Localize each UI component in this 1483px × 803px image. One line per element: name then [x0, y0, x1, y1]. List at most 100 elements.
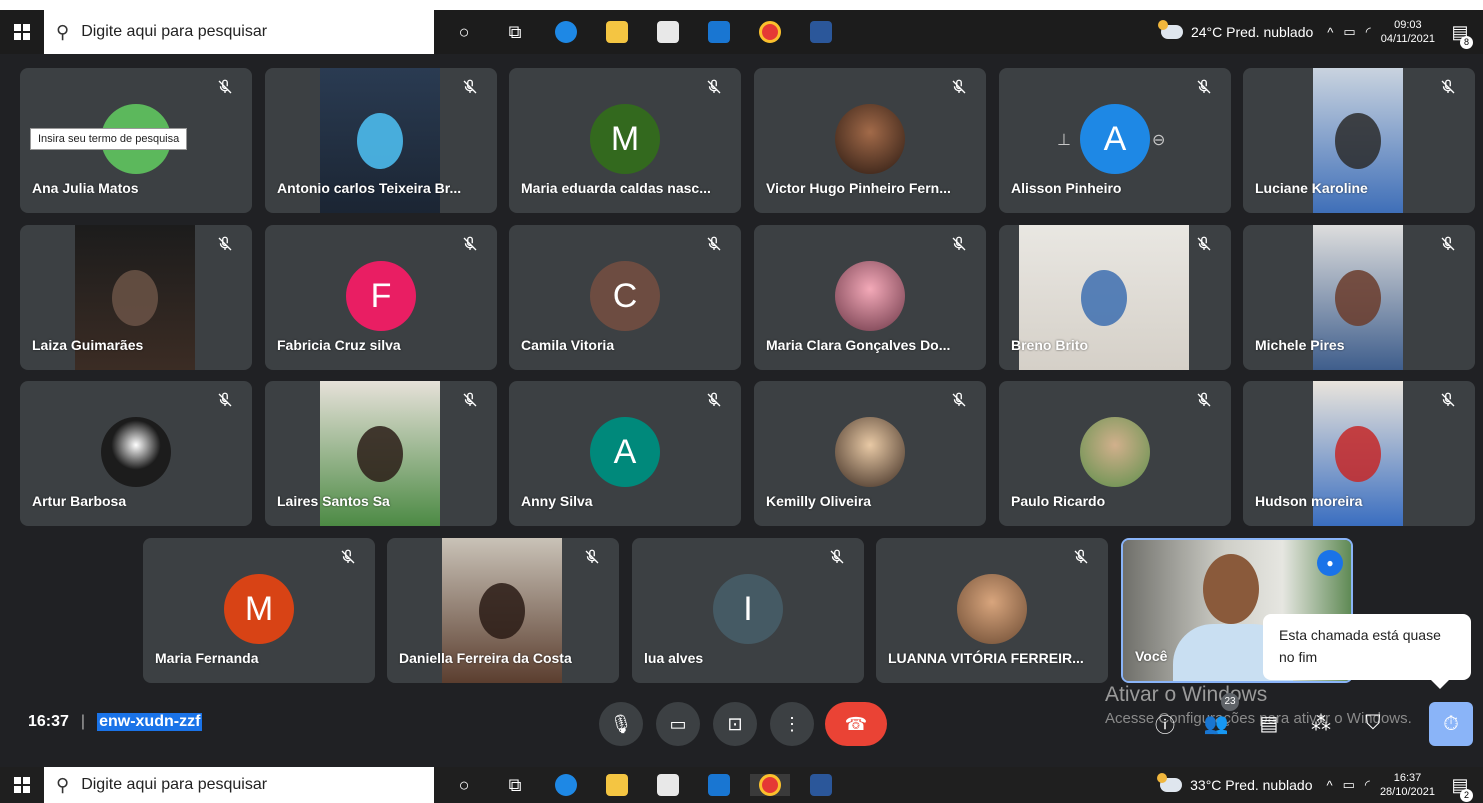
notification-center-button[interactable]: ▤ 2: [1445, 775, 1475, 802]
participant-tile[interactable]: Ilua alves: [632, 538, 864, 683]
task-view-icon[interactable]: ⧉: [495, 22, 535, 43]
meeting-code[interactable]: enw-xudn-zzf: [97, 713, 203, 731]
start-button[interactable]: [0, 767, 44, 803]
participant-name: Camila Vitoria: [521, 337, 615, 353]
word-icon[interactable]: [801, 774, 841, 796]
meeting-separator: |: [80, 713, 86, 730]
present-button[interactable]: ⊡: [713, 702, 757, 746]
battery-icon[interactable]: ▭: [1343, 777, 1355, 793]
chrome-icon[interactable]: [750, 774, 790, 796]
present-icon: ⊡: [727, 713, 743, 734]
participant-tile[interactable]: Michele Pires: [1243, 225, 1475, 370]
taskbar-bottom: ⚲ Digite aqui para pesquisar ○ ⧉ 33°C Pr…: [0, 767, 1483, 803]
participant-name: lua alves: [644, 650, 704, 666]
word-icon[interactable]: [801, 21, 841, 43]
file-explorer-icon[interactable]: [597, 21, 637, 43]
participant-tile[interactable]: C Camila Vitoria: [509, 225, 741, 370]
participant-tile[interactable]: A Anny Silva: [509, 381, 741, 526]
participant-avatar: A: [1080, 104, 1150, 174]
host-controls-button[interactable]: ⛉: [1358, 708, 1388, 738]
participant-name: Maria eduarda caldas nasc...: [521, 180, 711, 196]
participant-tile[interactable]: Laiza Guimarães: [20, 225, 252, 370]
taskbar-apps: ○ ⧉: [444, 21, 852, 43]
notification-count: 2: [1460, 788, 1473, 802]
people-count-badge: 23: [1221, 693, 1239, 711]
participant-tile[interactable]: Maria Clara Gonçalves Do...: [754, 225, 986, 370]
timer-button[interactable]: ⏱: [1429, 702, 1473, 746]
task-view-icon[interactable]: ⧉: [495, 775, 535, 796]
mic-off-icon: [705, 78, 729, 102]
mic-off-icon: [461, 78, 485, 102]
taskbar-clock[interactable]: 09:03 04/11/2021: [1381, 18, 1435, 46]
cortana-icon[interactable]: ○: [444, 775, 484, 796]
participant-name: Laires Santos Sa: [277, 493, 390, 509]
mic-button[interactable]: 🎙: [599, 702, 643, 746]
chevron-up-icon[interactable]: ^: [1326, 778, 1332, 793]
wifi-icon[interactable]: ◜: [1365, 777, 1370, 793]
file-explorer-icon[interactable]: [597, 774, 637, 796]
taskbar-clock[interactable]: 16:37 28/10/2021: [1380, 771, 1435, 799]
participant-tile[interactable]: Paulo Ricardo: [999, 381, 1231, 526]
activities-button[interactable]: ⁂: [1306, 708, 1336, 738]
system-tray: 24°C Pred. nublado ^ ▭ ◜ 09:03 04/11/202…: [1157, 18, 1483, 49]
pin-icon[interactable]: ⊥: [1057, 130, 1071, 150]
participant-tile[interactable]: Antonio carlos Teixeira Br...: [265, 68, 497, 213]
mic-off-icon: [705, 235, 729, 259]
taskbar-apps: ○ ⧉: [444, 774, 852, 796]
chat-icon: ▤: [1259, 712, 1279, 735]
weather-text[interactable]: 33°C Pred. nublado: [1190, 777, 1312, 793]
store-icon[interactable]: [648, 21, 688, 43]
participant-tile[interactable]: M Maria Fernanda: [143, 538, 375, 683]
more-options-button[interactable]: ⋮: [770, 702, 814, 746]
notification-center-button[interactable]: ▤ 8: [1445, 22, 1475, 49]
info-button[interactable]: ⓘ: [1150, 708, 1180, 738]
taskbar-top: ⚲ Digite aqui para pesquisar ○ ⧉ 24°C Pr…: [0, 10, 1483, 54]
participant-name: Laiza Guimarães: [32, 337, 144, 353]
participant-tile[interactable]: Daniella Ferreira da Costa: [387, 538, 619, 683]
wifi-icon[interactable]: ◜: [1366, 24, 1371, 40]
start-button[interactable]: [0, 10, 44, 54]
participant-tile[interactable]: Victor Hugo Pinheiro Fern...: [754, 68, 986, 213]
participant-tile[interactable]: F Fabricia Cruz silva: [265, 225, 497, 370]
window-top-strip: [0, 0, 1483, 10]
battery-icon[interactable]: ▭: [1343, 24, 1355, 40]
participant-silhouette: [1335, 270, 1381, 326]
mail-icon[interactable]: [699, 21, 739, 43]
participant-tile[interactable]: Kemilly Oliveira: [754, 381, 986, 526]
mic-off-icon: [828, 548, 852, 572]
remove-icon[interactable]: ⊖: [1152, 130, 1165, 150]
participant-tile[interactable]: M Maria eduarda caldas nasc...: [509, 68, 741, 213]
camera-button[interactable]: ▭: [656, 702, 700, 746]
edge-icon[interactable]: [546, 21, 586, 43]
weather-text[interactable]: 24°C Pred. nublado: [1191, 24, 1313, 40]
participant-tile[interactable]: LUANNA VITÓRIA FERREIR...: [876, 538, 1108, 683]
store-icon[interactable]: [648, 774, 688, 796]
participant-avatar: M: [224, 574, 294, 644]
taskbar-search-placeholder: Digite aqui para pesquisar: [81, 23, 268, 40]
edge-icon[interactable]: [546, 774, 586, 796]
participant-name: Antonio carlos Teixeira Br...: [277, 180, 462, 196]
tray-icons[interactable]: ^ ▭ ◜: [1326, 777, 1369, 793]
participant-tile[interactable]: A Alisson Pinheiro: [999, 68, 1231, 213]
participant-name: Maria Clara Gonçalves Do...: [766, 337, 951, 353]
taskbar-search-box[interactable]: ⚲ Digite aqui para pesquisar: [44, 767, 434, 803]
tray-icons[interactable]: ^ ▭ ◜: [1327, 24, 1370, 40]
chrome-icon[interactable]: [750, 21, 790, 43]
taskbar-search-box[interactable]: ⚲ Digite aqui para pesquisar: [44, 10, 434, 54]
participant-tile[interactable]: Laires Santos Sa: [265, 381, 497, 526]
cortana-icon[interactable]: ○: [444, 22, 484, 43]
chevron-up-icon[interactable]: ^: [1327, 25, 1333, 40]
participant-silhouette: [112, 270, 158, 326]
mail-icon[interactable]: [699, 774, 739, 796]
participant-name: Ana Julia Matos: [32, 180, 139, 196]
participant-tile[interactable]: Luciane Karoline: [1243, 68, 1475, 213]
participant-tile[interactable]: Breno Brito: [999, 225, 1231, 370]
clock-time: 09:03: [1394, 19, 1422, 31]
people-button[interactable]: 👥: [1201, 708, 1231, 738]
participant-tile[interactable]: Hudson moreira: [1243, 381, 1475, 526]
call-ending-popup: Esta chamada está quase no fim: [1263, 614, 1471, 689]
chat-button[interactable]: ▤: [1254, 708, 1284, 738]
participant-tile[interactable]: Artur Barbosa: [20, 381, 252, 526]
leave-call-button[interactable]: ☎: [825, 702, 887, 746]
participant-name: Michele Pires: [1255, 337, 1345, 353]
